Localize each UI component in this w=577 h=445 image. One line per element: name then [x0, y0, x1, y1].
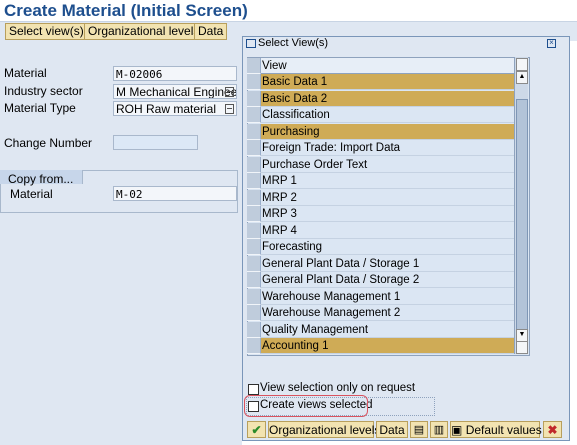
- industry-sector-label: Industry sector: [4, 84, 83, 98]
- row-selector[interactable]: [247, 156, 261, 173]
- table-row[interactable]: Purchase Order Text: [247, 156, 515, 173]
- view-cell[interactable]: Warehouse Management 1: [261, 288, 514, 305]
- data-button[interactable]: Data: [194, 23, 228, 40]
- select-all-cell[interactable]: [247, 58, 261, 74]
- view-column-header[interactable]: View: [261, 58, 514, 74]
- dropdown-icon[interactable]: [225, 104, 234, 114]
- view-cell[interactable]: General Plant Data / Storage 1: [261, 255, 514, 272]
- industry-sector-field[interactable]: M Mechanical Engineeri: [113, 84, 237, 99]
- material-label: Material: [4, 66, 47, 80]
- save-icon: ▣: [451, 423, 463, 437]
- material-type-value: ROH Raw material: [116, 102, 217, 116]
- table-row[interactable]: Basic Data 2: [247, 90, 515, 107]
- dialog-window-icon: [246, 39, 256, 48]
- row-selector[interactable]: [247, 222, 261, 239]
- table-row[interactable]: General Plant Data / Storage 2: [247, 272, 515, 288]
- view-cell[interactable]: MRP 4: [261, 222, 514, 239]
- view-cell[interactable]: Classification: [261, 107, 514, 123]
- material-type-label: Material Type: [4, 101, 76, 115]
- table-row[interactable]: Accounting 1: [247, 338, 515, 354]
- row-selector[interactable]: [247, 173, 261, 189]
- row-selector[interactable]: [247, 272, 261, 288]
- copy-from-title: Copy from...: [8, 172, 74, 186]
- row-selector[interactable]: [247, 123, 261, 140]
- table-row[interactable]: Purchasing: [247, 123, 515, 140]
- change-number-field[interactable]: [113, 135, 198, 150]
- table-row[interactable]: Forecasting: [247, 239, 515, 255]
- view-selection-on-request-label: View selection only on request: [260, 382, 416, 394]
- view-selection-on-request-checkbox[interactable]: [248, 384, 259, 395]
- view-cell[interactable]: Quality Management: [261, 321, 514, 338]
- material-type-field[interactable]: ROH Raw material: [113, 101, 237, 116]
- views-table-header: View: [247, 58, 515, 74]
- row-selector[interactable]: [247, 338, 261, 354]
- highlight-annotation: [244, 395, 368, 417]
- row-selector[interactable]: [247, 305, 261, 321]
- table-row[interactable]: MRP 3: [247, 206, 515, 222]
- row-selector[interactable]: [247, 288, 261, 305]
- view-cell[interactable]: MRP 3: [261, 206, 514, 222]
- table-row[interactable]: MRP 2: [247, 189, 515, 206]
- scroll-bottom-icon[interactable]: [516, 341, 528, 354]
- table-row[interactable]: Foreign Trade: Import Data: [247, 140, 515, 156]
- continue-check-icon[interactable]: ✔: [247, 421, 266, 438]
- table-row[interactable]: General Plant Data / Storage 1: [247, 255, 515, 272]
- view-cell[interactable]: Basic Data 1: [261, 74, 514, 90]
- scroll-up-icon[interactable]: ▲: [516, 71, 528, 84]
- default-values-label: Default values: [465, 423, 542, 437]
- row-selector[interactable]: [247, 321, 261, 338]
- table-row[interactable]: Basic Data 1: [247, 74, 515, 90]
- row-selector[interactable]: [247, 206, 261, 222]
- row-selector[interactable]: [247, 107, 261, 123]
- dropdown-icon[interactable]: [225, 87, 234, 97]
- material-field[interactable]: M-02006: [113, 66, 237, 81]
- table-row[interactable]: MRP 1: [247, 173, 515, 189]
- industry-sector-value: M Mechanical Engineeri: [116, 85, 237, 99]
- row-selector[interactable]: [247, 239, 261, 255]
- dialog-org-levels-button[interactable]: Organizational levels: [268, 421, 380, 438]
- copy-material-field[interactable]: M-02: [113, 186, 237, 201]
- dialog-title: Select View(s): [258, 37, 329, 49]
- close-icon[interactable]: ×: [547, 39, 556, 48]
- view-cell[interactable]: Accounting 1: [261, 338, 514, 354]
- row-selector[interactable]: [247, 189, 261, 206]
- row-selector[interactable]: [247, 140, 261, 156]
- views-scrollbar[interactable]: ▲ ▼: [514, 57, 528, 354]
- view-cell[interactable]: Forecasting: [261, 239, 514, 255]
- deselect-all-icon[interactable]: ▥: [430, 421, 448, 438]
- row-selector[interactable]: [247, 90, 261, 107]
- change-number-label: Change Number: [4, 136, 93, 150]
- view-cell[interactable]: General Plant Data / Storage 2: [261, 272, 514, 288]
- scrollbar-thumb[interactable]: [516, 99, 528, 331]
- view-cell[interactable]: Basic Data 2: [261, 90, 514, 107]
- view-cell[interactable]: MRP 1: [261, 173, 514, 189]
- copy-material-label: Material: [10, 187, 53, 201]
- view-cell[interactable]: MRP 2: [261, 189, 514, 206]
- table-row[interactable]: MRP 4: [247, 222, 515, 239]
- org-levels-button[interactable]: Organizational levels: [84, 23, 204, 40]
- view-cell[interactable]: Foreign Trade: Import Data: [261, 140, 514, 156]
- window-title: Create Material (Initial Screen): [4, 1, 248, 20]
- default-values-button[interactable]: ▣ Default values: [450, 421, 542, 438]
- row-selector[interactable]: [247, 255, 261, 272]
- view-cell[interactable]: Purchase Order Text: [261, 156, 514, 173]
- row-selector[interactable]: [247, 74, 261, 90]
- view-cell[interactable]: Warehouse Management 2: [261, 305, 514, 321]
- table-row[interactable]: Quality Management: [247, 321, 515, 338]
- view-cell[interactable]: Purchasing: [261, 123, 514, 140]
- select-all-icon[interactable]: ▤: [410, 421, 428, 438]
- table-row[interactable]: Classification: [247, 107, 515, 123]
- scroll-top-icon[interactable]: [516, 58, 528, 71]
- cancel-icon[interactable]: ✖: [543, 421, 562, 438]
- dialog-data-button[interactable]: Data: [376, 421, 408, 438]
- table-row[interactable]: Warehouse Management 1: [247, 288, 515, 305]
- select-views-button[interactable]: Select view(s): [5, 23, 88, 40]
- table-row[interactable]: Warehouse Management 2: [247, 305, 515, 321]
